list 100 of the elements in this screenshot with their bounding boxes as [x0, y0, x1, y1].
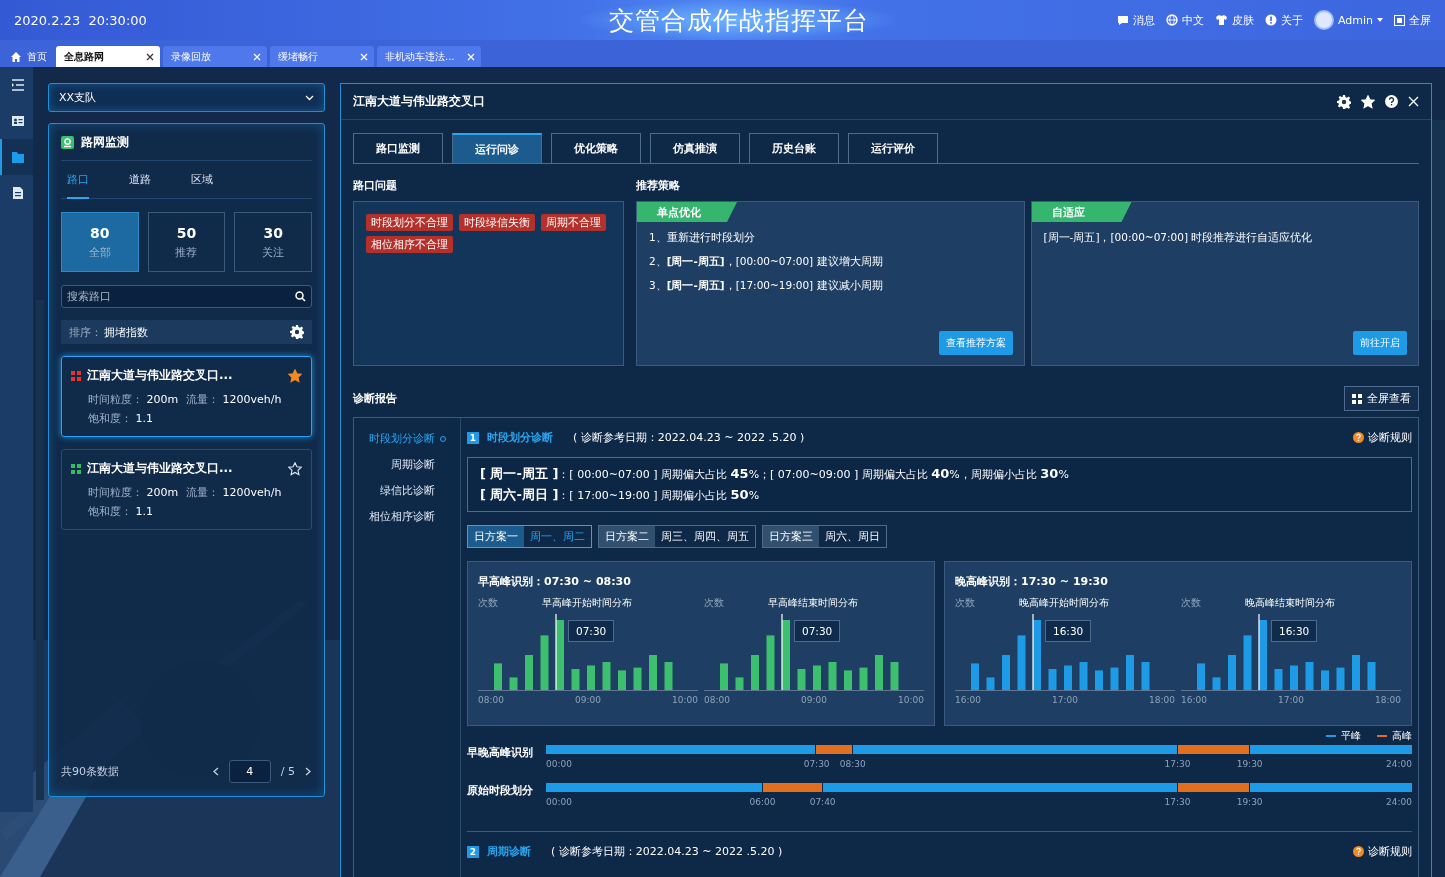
- nav-link[interactable]: 相位相序诊断: [369, 510, 446, 524]
- stat-card[interactable]: 50 推荐: [147, 212, 226, 272]
- page-field[interactable]: 4: [228, 759, 271, 783]
- header-link[interactable]: 消息: [1116, 12, 1155, 28]
- tab[interactable]: 录像回放: [163, 46, 267, 67]
- tab[interactable]: 非机动车违法...: [377, 46, 481, 67]
- search-field[interactable]: 搜索路口: [61, 285, 312, 308]
- stat-card[interactable]: 30 关注: [234, 212, 312, 272]
- nav-link[interactable]: 时段划分诊断: [369, 432, 446, 446]
- chart-title: 早高峰开始时间分布: [542, 596, 632, 610]
- rule-link[interactable]: 诊断规则: [1353, 844, 1412, 859]
- intersection-name: 江南大道与伟业路交叉口...: [87, 460, 233, 477]
- section-label: 诊断报告: [353, 391, 397, 406]
- header-link[interactable]: 皮肤: [1214, 12, 1254, 28]
- tab[interactable]: 区域: [191, 162, 213, 199]
- field-text: 饱和度： 1.1: [88, 504, 154, 519]
- field-text: 流量： 1200veh/h: [186, 392, 283, 407]
- plan-toggle[interactable]: 日方案二 周三、周四、周五: [598, 525, 756, 548]
- nav-link[interactable]: 周期诊断: [391, 458, 446, 472]
- shirt-icon: [1214, 14, 1228, 26]
- caret-icon: [1377, 18, 1383, 22]
- card-title: 自适应: [1031, 202, 1132, 222]
- tab[interactable]: 道路: [129, 162, 151, 199]
- summary-text: [ 周六-周日 ]：[ 17:00~19:00 ] 周期偏小占比 50%: [480, 486, 761, 504]
- axis-label: 次数: [478, 596, 499, 610]
- panel-title: 江南大道与伟业路交叉口: [353, 93, 485, 110]
- page-count: / 5: [280, 764, 295, 778]
- axis-tick-label: 06:00: [749, 797, 776, 807]
- tab[interactable]: 缓堵畅行: [270, 46, 374, 67]
- chevron-down-icon: [305, 94, 314, 101]
- close-icon[interactable]: [146, 52, 154, 61]
- axis-tick-label: 24:00: [1386, 759, 1412, 769]
- date-time: 2020.2.23 20:30:00: [14, 12, 148, 28]
- axis-tick-label: 17:30: [1164, 797, 1191, 807]
- tab[interactable]: 路口: [67, 162, 89, 199]
- intersection-card[interactable]: 江南大道与伟业路交叉口... 时间粒度： 200m 流量： 1200veh/h 饱和度： 1.1: [61, 356, 312, 437]
- header-link[interactable]: 关于: [1264, 12, 1303, 28]
- chevron-right-icon[interactable]: [305, 766, 312, 776]
- settings-icon[interactable]: [1337, 94, 1351, 109]
- globe-icon: [1165, 14, 1178, 26]
- axis-tick-label: 00:00: [546, 759, 572, 769]
- plan-toggle[interactable]: 日方案三 周六、周日: [762, 525, 887, 548]
- folder-icon: [11, 151, 24, 163]
- star-icon[interactable]: [288, 368, 302, 383]
- tab[interactable]: 仿真推演: [650, 133, 740, 163]
- help-icon: [1353, 432, 1364, 443]
- axis-tick-label: 17:00: [1278, 695, 1304, 705]
- stat-card[interactable]: 80 全部: [61, 212, 139, 272]
- axis-tick-label: 07:40: [809, 797, 836, 807]
- problem-tag: 时段划分不合理: [366, 214, 453, 231]
- chart-title: 早高峰结束时间分布: [768, 596, 858, 610]
- tooltip: 07:30: [794, 620, 841, 642]
- field-text: 流量： 1200veh/h: [186, 485, 283, 500]
- axis-tick-label: 24:00: [1386, 797, 1412, 807]
- tooltip: 16:30: [1045, 620, 1092, 642]
- avatar: [1313, 10, 1334, 30]
- help-icon: [1353, 846, 1364, 857]
- unit-select[interactable]: XX支队: [48, 83, 325, 112]
- section-label: 推荐策略: [636, 178, 681, 193]
- help-icon[interactable]: [1385, 95, 1398, 108]
- chevron-left-icon[interactable]: [211, 766, 219, 776]
- tab[interactable]: 运行评价: [848, 133, 938, 163]
- axis-tick-label: 08:30: [839, 759, 866, 769]
- fullscreen-button[interactable]: 全屏: [1394, 12, 1431, 28]
- tab[interactable]: 运行问诊: [452, 133, 542, 163]
- panel-title: 路网监测: [81, 133, 129, 151]
- legend-item: 高峰: [1377, 729, 1412, 743]
- expand-icon: [1352, 393, 1362, 404]
- sort-bar[interactable]: 排序： 拥堵指数: [61, 320, 312, 344]
- axis-tick-label: 08:00: [704, 695, 730, 705]
- settings-icon[interactable]: [290, 325, 304, 339]
- tab[interactable]: 首页: [4, 46, 53, 67]
- header-link[interactable]: 中文: [1165, 12, 1204, 28]
- location-icon: [61, 135, 74, 149]
- document-icon: [12, 187, 23, 199]
- field-text: 时间粒度： 200m: [88, 392, 180, 407]
- nav-link[interactable]: 绿信比诊断: [380, 484, 446, 498]
- plan-toggle[interactable]: 日方案一 周一、周二: [467, 525, 592, 548]
- intersection-card[interactable]: 江南大道与伟业路交叉口... 时间粒度： 200m 流量： 1200veh/h 饱和度： 1.1: [61, 449, 312, 530]
- problem-tag: 周期不合理: [541, 214, 606, 231]
- tab[interactable]: 历史台账: [749, 133, 839, 163]
- chart-title: 晚高峰结束时间分布: [1245, 596, 1335, 610]
- rule-link[interactable]: 诊断规则: [1353, 430, 1412, 445]
- axis-label: 次数: [1181, 596, 1202, 610]
- axis-tick-label: 18:00: [1149, 695, 1175, 705]
- fullscreen-button[interactable]: 全屏查看: [1344, 386, 1419, 411]
- field-text: 饱和度： 1.1: [88, 411, 154, 426]
- search-icon[interactable]: [295, 291, 306, 302]
- chat-icon: [1116, 14, 1129, 26]
- intersection-name: 江南大道与伟业路交叉口...: [87, 367, 233, 384]
- user-menu[interactable]: Admin: [1313, 10, 1383, 30]
- tab[interactable]: 路口监测: [353, 133, 443, 163]
- tab[interactable]: 优化策略: [551, 133, 641, 163]
- axis-tick-label: 19:30: [1236, 797, 1263, 807]
- chart-title: 晚高峰开始时间分布: [1019, 596, 1109, 610]
- axis-label: 次数: [955, 596, 976, 610]
- axis-tick-label: 16:00: [955, 695, 981, 705]
- tab[interactable]: 全息路网: [56, 46, 160, 67]
- strategy-text: 3、[周一-周五]，[17:00~19:00] 建议减小周期: [649, 279, 884, 293]
- date-range: ( 诊断参考日期：2022.04.23 ~ 2022 .5.20 ): [573, 430, 805, 445]
